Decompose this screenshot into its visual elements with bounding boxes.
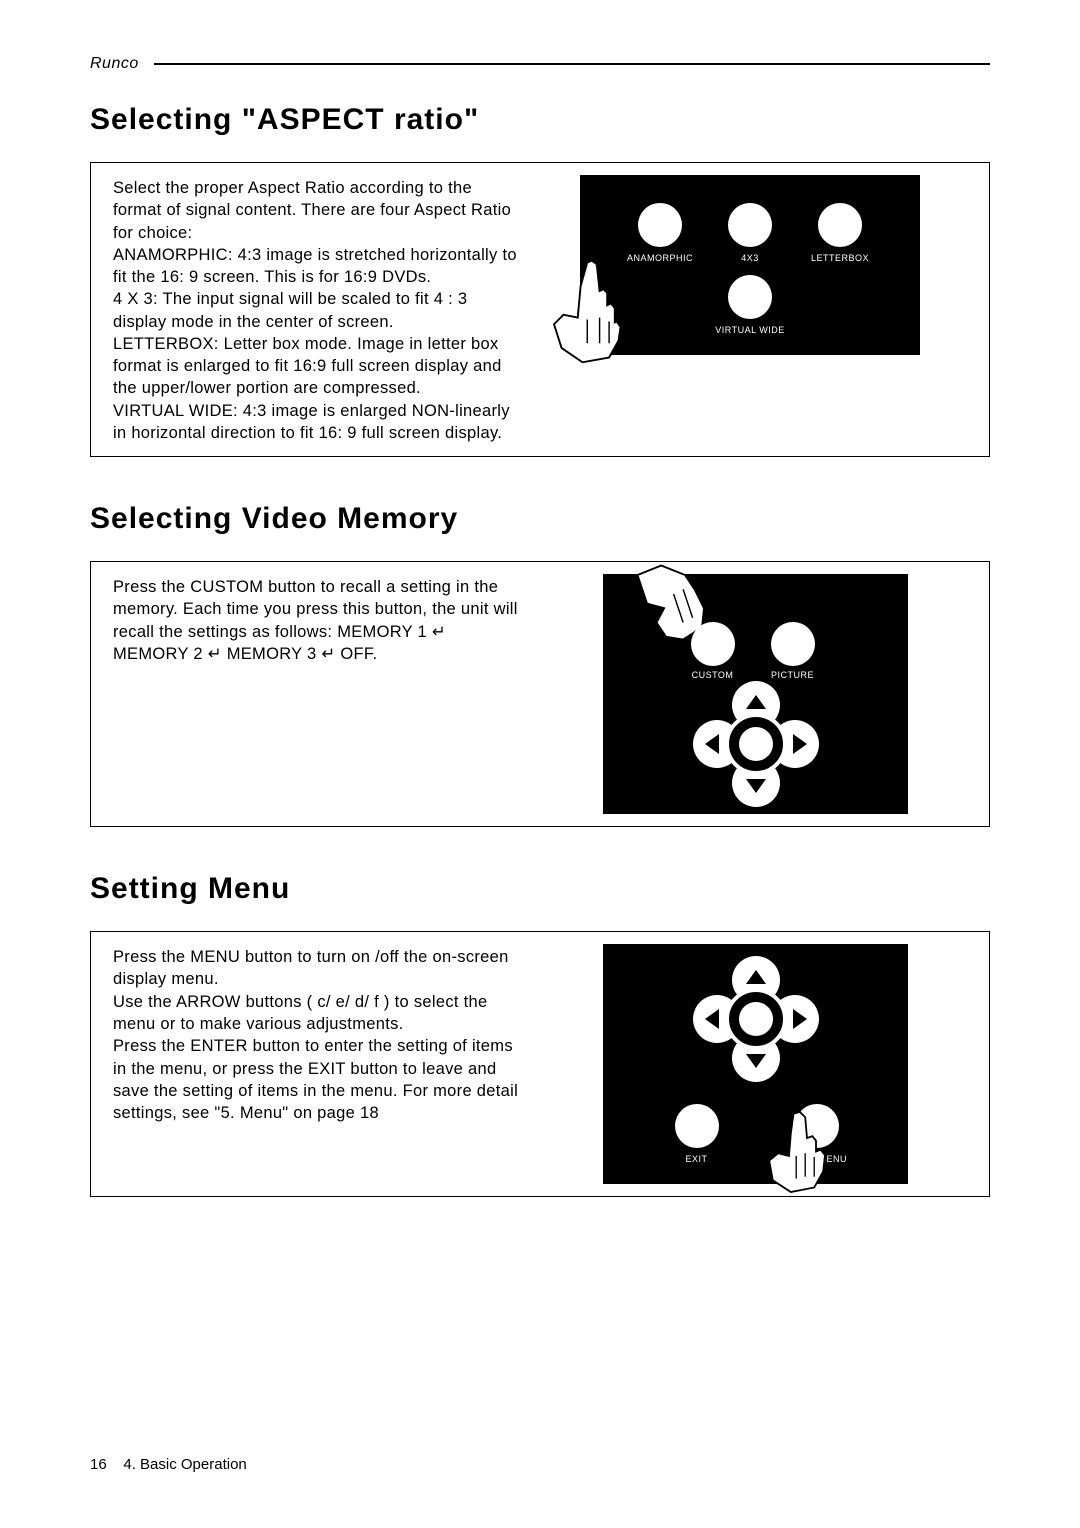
brand-logo: Runco [90,55,139,73]
aspect-ratio-text: Select the proper Aspect Ratio according… [113,175,523,444]
pointing-hand-icon [753,1104,843,1199]
video-memory-paragraph: Press the CUSTOM button to recall a sett… [113,576,523,665]
page-footer: 16 4. Basic Operation [90,1456,247,1473]
video-memory-illustration: CUSTOM PICTURE ENTER [523,574,967,814]
section-title-aspect-ratio: Selecting "ASPECT ratio" [90,103,990,137]
enter-label: ENTER [741,1015,774,1025]
4x3-button-icon [728,203,772,247]
anamorphic-button-icon [638,203,682,247]
remote-memory-panel: CUSTOM PICTURE ENTER [603,574,908,814]
aspect-ratio-paragraph: Select the proper Aspect Ratio according… [113,177,523,444]
exit-label: EXIT [657,1154,737,1164]
setting-menu-illustration: ENTER EXIT MENU [523,944,967,1184]
section-box-setting-menu: Press the MENU button to turn on /off th… [90,931,990,1197]
page-header: Runco [90,55,990,73]
section-title-video-memory: Selecting Video Memory [90,502,990,536]
video-memory-text: Press the CUSTOM button to recall a sett… [113,574,523,665]
remote-menu-panel: ENTER EXIT MENU [603,944,908,1184]
setting-menu-paragraph: Press the MENU button to turn on /off th… [113,946,523,1124]
virtualwide-label: VIRTUAL WIDE [710,325,790,335]
pointing-hand-icon [535,250,630,370]
chapter-label: 4. Basic Operation [123,1456,246,1473]
picture-label: PICTURE [753,670,833,680]
custom-label: CUSTOM [673,670,753,680]
setting-menu-text: Press the MENU button to turn on /off th… [113,944,523,1124]
letterbox-label: LETTERBOX [800,253,880,263]
anamorphic-label: ANAMORPHIC [620,253,700,263]
enter-label: ENTER [741,740,774,750]
aspect-ratio-illustration: ANAMORPHIC 4X3 LETTERBOX VIRTUAL WIDE [523,175,967,355]
exit-button-icon [675,1104,719,1148]
section-box-aspect-ratio: Select the proper Aspect Ratio according… [90,162,990,457]
4x3-label: 4X3 [710,253,790,263]
remote-aspect-panel: ANAMORPHIC 4X3 LETTERBOX VIRTUAL WIDE [580,175,920,355]
custom-button-icon [691,622,735,666]
virtualwide-button-icon [728,275,772,319]
page-number: 16 [90,1456,107,1473]
picture-button-icon [771,622,815,666]
section-box-video-memory: Press the CUSTOM button to recall a sett… [90,561,990,827]
section-title-setting-menu: Setting Menu [90,872,990,906]
header-rule [154,63,990,65]
letterbox-button-icon [818,203,862,247]
